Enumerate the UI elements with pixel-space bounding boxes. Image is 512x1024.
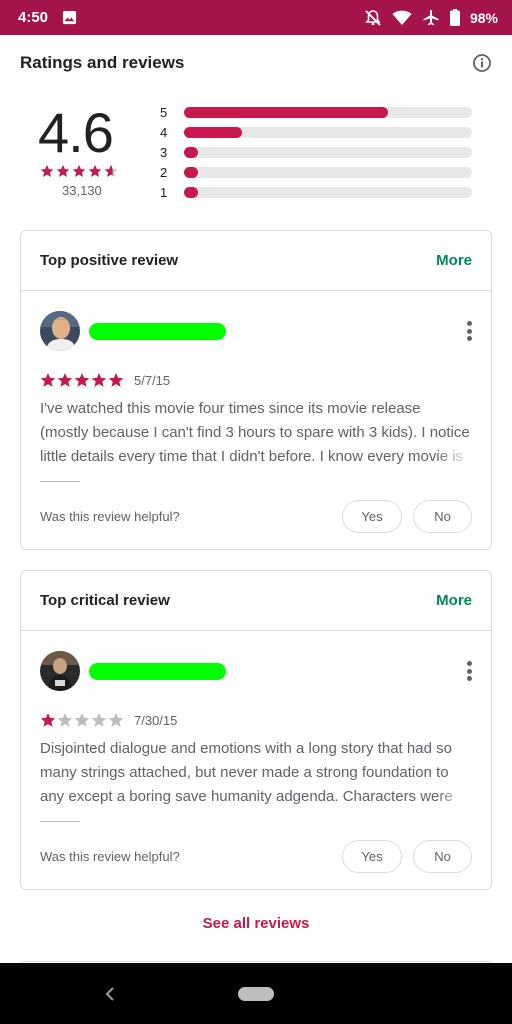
status-bar: 4:50 98%: [0, 0, 512, 35]
reviewer-name: [89, 662, 226, 680]
airplane-icon: [423, 9, 439, 25]
text-fade: [436, 785, 472, 809]
histogram-label: 5: [160, 104, 168, 120]
review-card-critical: Top critical review More 7/30/15 Disjoin…: [20, 570, 492, 890]
section-title: Ratings and reviews: [20, 52, 185, 72]
helpful-question: Was this review helpful?: [40, 849, 180, 864]
review-stars: [40, 712, 124, 728]
star-icon: [104, 164, 118, 177]
star-icon: [56, 164, 70, 177]
total-review-count: 33,130: [62, 183, 102, 198]
star-icon: [40, 373, 56, 387]
helpful-row: Was this review helpful? Yes No: [40, 500, 472, 533]
back-icon[interactable]: [103, 985, 117, 1003]
text-fade: [436, 445, 472, 469]
histogram-row: 1: [160, 182, 472, 202]
histogram-row: 2: [160, 162, 472, 182]
battery-icon: [449, 9, 460, 26]
wifi-icon: [392, 10, 412, 25]
review-date: 5/7/15: [134, 372, 171, 388]
histogram-track: [184, 106, 472, 118]
histogram-bar: [184, 186, 198, 198]
star-icon: [74, 713, 90, 727]
average-rating: 4.6: [38, 101, 114, 164]
star-icon: [108, 713, 124, 727]
star-icon: [57, 373, 73, 387]
helpful-yes-button[interactable]: Yes: [342, 840, 402, 873]
reviewer-row: [40, 651, 472, 691]
helpful-buttons: Yes No: [342, 840, 472, 873]
card-title: Top critical review: [40, 592, 170, 609]
star-icon: [40, 713, 56, 727]
star-icon: [91, 373, 107, 387]
histogram-label: 4: [160, 124, 168, 140]
card-header: Top positive review More: [21, 231, 491, 291]
star-icon: [88, 164, 102, 177]
card-header: Top critical review More: [21, 571, 491, 631]
reviewer-name: [89, 322, 226, 340]
review-date: 7/30/15: [134, 712, 178, 728]
bell-off-icon: [365, 9, 381, 26]
avatar: [40, 311, 80, 351]
helpful-row: Was this review helpful? Yes No: [40, 840, 472, 873]
helpful-no-button[interactable]: No: [413, 840, 472, 873]
see-all-reviews-link[interactable]: See all reviews: [0, 915, 512, 932]
histogram-row: 3: [160, 142, 472, 162]
review-rating-row: 5/7/15: [40, 372, 170, 388]
more-vert-icon[interactable]: [466, 321, 472, 341]
info-icon[interactable]: [472, 53, 492, 73]
reviewer-row: [40, 311, 472, 351]
histogram-track: [184, 146, 472, 158]
star-icon: [40, 164, 54, 177]
histogram-label: 1: [160, 184, 168, 200]
histogram-label: 2: [160, 164, 168, 180]
histogram-row: 4: [160, 122, 472, 142]
histogram-track: [184, 126, 472, 138]
ratings-header: Ratings and reviews: [20, 50, 492, 75]
review-card-positive: Top positive review More 5/7/15 I've wat…: [20, 230, 492, 550]
star-icon: [57, 713, 73, 727]
histogram-bar: [184, 166, 198, 178]
divider: [40, 481, 80, 482]
status-icons: 98%: [364, 9, 498, 27]
photo-icon: [62, 10, 77, 25]
divider: [40, 821, 80, 822]
star-icon: [91, 713, 107, 727]
review-rating-row: 7/30/15: [40, 712, 177, 728]
star-icon: [74, 373, 90, 387]
status-time: 4:50: [18, 9, 49, 26]
average-stars: [40, 164, 118, 178]
more-link[interactable]: More: [436, 592, 472, 609]
histogram-label: 3: [160, 144, 168, 160]
card-title: Top positive review: [40, 252, 179, 269]
more-vert-icon[interactable]: [466, 661, 472, 681]
histogram-bar: [184, 106, 389, 118]
helpful-no-button[interactable]: No: [413, 500, 472, 533]
histogram-bar: [184, 126, 242, 138]
rating-histogram: 5 4 3 2 1: [160, 102, 472, 202]
histogram-row: 5: [160, 102, 472, 122]
divider: [20, 961, 492, 962]
review-stars: [40, 372, 124, 388]
home-button[interactable]: [238, 987, 274, 1001]
histogram-bar: [184, 146, 199, 158]
helpful-question: Was this review helpful?: [40, 509, 180, 524]
star-icon: [108, 373, 124, 387]
more-link[interactable]: More: [436, 252, 472, 269]
histogram-track: [184, 166, 472, 178]
review-text: Disjointed dialogue and emotions with a …: [40, 740, 453, 805]
avatar: [40, 651, 80, 691]
star-icon: [72, 164, 86, 177]
helpful-buttons: Yes No: [342, 500, 472, 533]
helpful-yes-button[interactable]: Yes: [342, 500, 402, 533]
histogram-track: [184, 186, 472, 198]
review-text: I've watched this movie four times since…: [40, 400, 470, 465]
battery-percent: 98%: [469, 9, 498, 26]
